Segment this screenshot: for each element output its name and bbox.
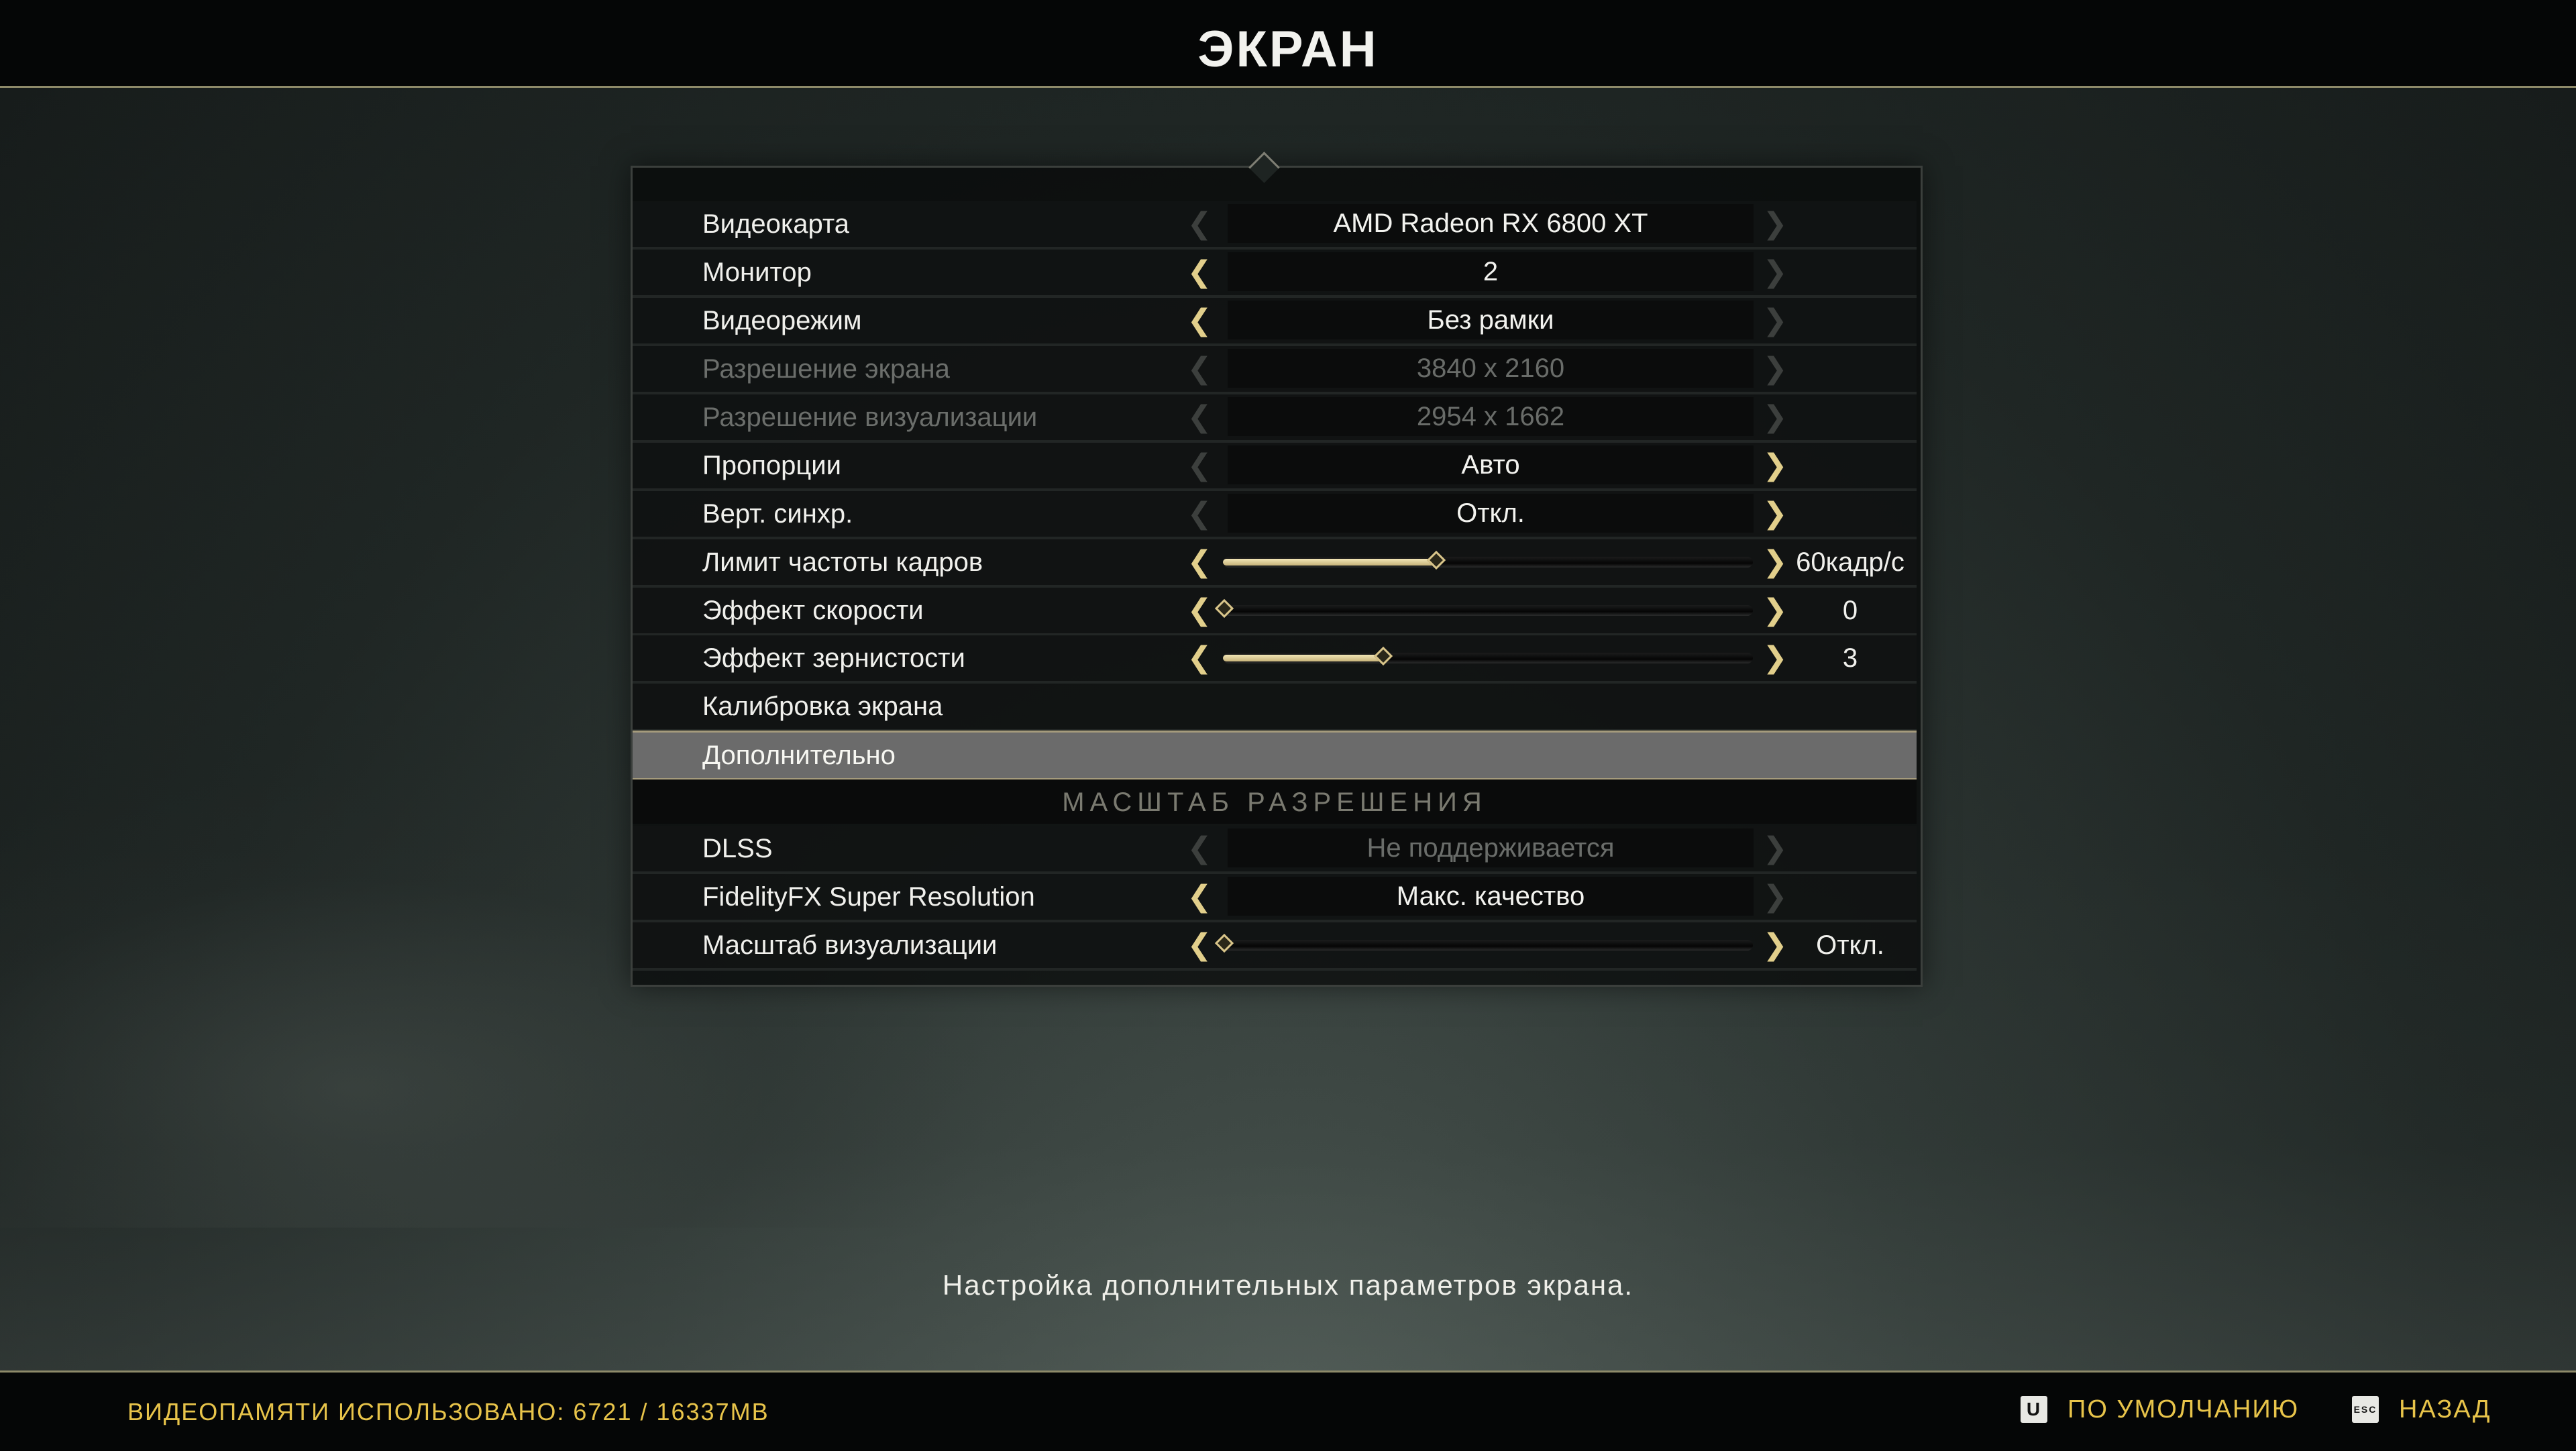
slider-fill [1223,655,1382,661]
setting-label: Разрешение экрана [702,354,950,384]
setting-row-dlss[interactable]: DLSS ❮ Не поддерживается ❯ [633,826,1917,874]
setting-label: Разрешение визуализации [702,402,1038,432]
chevron-left-icon[interactable]: ❮ [1186,546,1213,578]
chevron-right-icon[interactable]: ❯ [1762,498,1788,530]
setting-value: Не поддерживается [1228,828,1754,867]
setting-value: Откл. [1228,494,1754,533]
default-button[interactable]: U ПО УМОЛЧАНИЮ [2021,1393,2299,1426]
u-key-icon: U [2021,1396,2047,1423]
render-scale-slider[interactable] [1214,933,1753,953]
setting-row-advanced[interactable]: Дополнительно [633,731,1917,780]
setting-row[interactable]: Верт. синхр. ❮ Откл. ❯ [633,491,1917,539]
chevron-left-icon[interactable]: ❮ [1186,256,1213,288]
setting-label: Масштаб визуализации [702,930,998,960]
page-title: ЭКРАН [1197,21,1379,78]
hint-text: Настройка дополнительных параметров экра… [942,1269,1634,1301]
setting-value: 2 [1228,252,1754,291]
setting-label: Калибровка экрана [702,692,943,721]
chevron-left-icon: ❮ [1187,352,1212,386]
back-label: НАЗАД [2399,1395,2491,1423]
setting-label: Эффект зернистости [702,643,965,673]
setting-label: Лимит частоты кадров [702,547,983,577]
chevron-left-icon: ❮ [1187,207,1212,241]
chevron-right-icon: ❯ [1762,207,1788,241]
setting-value: Макс. качество [1228,877,1754,916]
setting-value: 3840 x 2160 [1228,349,1754,388]
default-label: ПО УМОЛЧАНИЮ [2068,1395,2300,1423]
chevron-right-icon: ❯ [1762,303,1788,337]
setting-label: Дополнительно [702,741,896,770]
slider-value: 60кадр/с [1796,547,1904,577]
section-title: МАСШТАБ РАЗРЕШЕНИЯ [1062,788,1487,817]
diamond-icon[interactable] [1214,933,1234,953]
setting-row-calibration[interactable]: Калибровка экрана [633,684,1917,732]
setting-row: Разрешение визуализации ❮ 2954 x 1662 ❯ [633,394,1917,443]
chevron-left-icon[interactable]: ❮ [1186,881,1213,913]
slider-track[interactable] [1223,646,1753,666]
chevron-right-icon: ❯ [1762,400,1788,434]
chevron-left-icon[interactable]: ❮ [1186,642,1213,674]
chevron-right-icon: ❯ [1762,352,1788,386]
header-bar: ЭКРАН [0,0,2576,88]
vram-usage: ВИДЕОПАМЯТИ ИСПОЛЬЗОВАНО: 6721 / 16337MB [127,1398,769,1426]
setting-label: DLSS [702,834,773,863]
chevron-left-icon[interactable]: ❮ [1186,594,1213,627]
slider-value: Откл. [1816,930,1884,960]
slider-track[interactable] [1223,550,1753,570]
footer-bar: ВИДЕОПАМЯТИ ИСПОЛЬЗОВАНО: 6721 / 16337MB… [0,1371,2576,1451]
setting-row: Разрешение экрана ❮ 3840 x 2160 ❯ [633,346,1917,394]
setting-label: FidelityFX Super Resolution [702,882,1035,912]
setting-value: 2954 x 1662 [1228,397,1754,436]
setting-row-fsr[interactable]: FidelityFX Super Resolution ❮ Макс. каче… [633,874,1917,922]
slider-track[interactable] [1214,598,1753,619]
esc-key-icon: ESC [2352,1396,2379,1423]
chevron-left-icon: ❮ [1187,400,1212,434]
back-button[interactable]: ESC НАЗАД [2352,1393,2491,1426]
slider-fill [1223,559,1435,566]
setting-row-slider[interactable]: Лимит частоты кадров ❮ ❯ 60кадр/с [633,539,1917,588]
setting-value: AMD Radeon RX 6800 XT [1228,204,1754,243]
setting-label: Эффект скорости [702,596,924,625]
setting-row[interactable]: Видеорежим ❮ Без рамки ❯ [633,298,1917,346]
slider-value: 3 [1842,643,1858,673]
chevron-left-icon: ❮ [1187,831,1212,865]
chevron-right-icon[interactable]: ❯ [1762,546,1788,578]
chevron-right-icon: ❯ [1762,255,1788,289]
diamond-icon[interactable] [1373,646,1393,666]
chevron-right-icon: ❯ [1762,831,1788,865]
setting-label: Пропорции [702,451,841,480]
diamond-icon[interactable] [1426,550,1446,570]
section-header-resolution-scale: МАСШТАБ РАЗРЕШЕНИЯ [633,780,1917,824]
chevron-right-icon[interactable]: ❯ [1762,449,1788,482]
setting-label: Верт. синхр. [702,499,853,529]
chevron-right-icon[interactable]: ❯ [1762,642,1788,674]
setting-label: Монитор [702,258,812,287]
chevron-left-icon[interactable]: ❮ [1186,929,1213,961]
setting-row-render-scale[interactable]: Масштаб визуализации ❮ ❯ Откл. [633,922,1917,971]
chevron-right-icon[interactable]: ❯ [1762,594,1788,627]
setting-value: Авто [1228,445,1754,484]
diamond-icon[interactable] [1214,598,1234,619]
setting-label: Видеокарта [702,209,849,239]
setting-row[interactable]: Монитор ❮ 2 ❯ [633,250,1917,298]
setting-row[interactable]: Пропорции ❮ Авто ❯ [633,443,1917,491]
chevron-right-icon[interactable]: ❯ [1762,929,1788,961]
chevron-left-icon: ❮ [1187,448,1212,482]
setting-row-slider[interactable]: Эффект зернистости ❮ ❯ 3 [633,635,1917,684]
setting-label: Видеорежим [702,306,862,335]
chevron-right-icon: ❯ [1762,879,1788,914]
chevron-left-icon[interactable]: ❮ [1186,305,1213,337]
chevron-left-icon: ❮ [1187,496,1212,531]
setting-row[interactable]: Видеокарта ❮ AMD Radeon RX 6800 XT ❯ [633,201,1917,250]
slider-value: 0 [1842,596,1858,625]
setting-row-slider[interactable]: Эффект скорости ❮ ❯ 0 [633,588,1917,636]
setting-value: Без рамки [1228,301,1754,339]
